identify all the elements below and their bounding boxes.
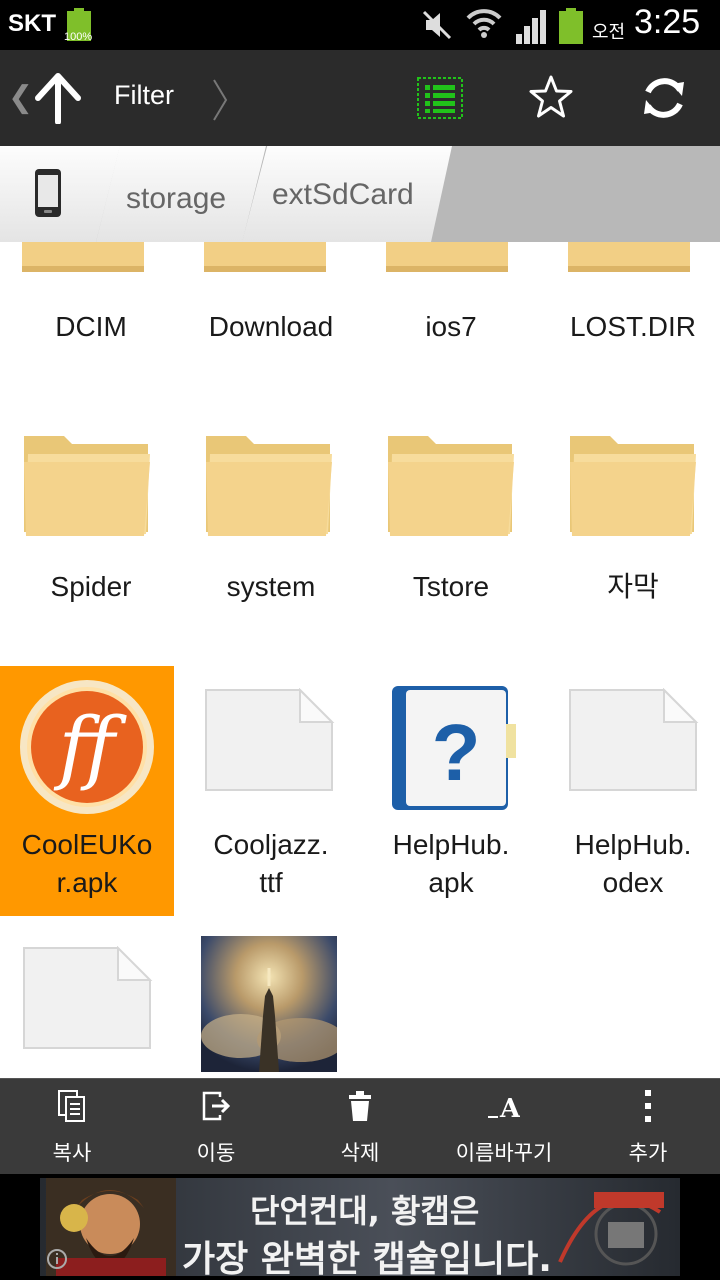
rename-icon: A	[488, 1094, 520, 1123]
folder-icon	[204, 242, 326, 272]
file-item-apk[interactable]: ? HelpHub. apk	[360, 666, 542, 916]
ampm-label: 오전	[592, 22, 626, 43]
filter-button[interactable]: Filter	[114, 80, 174, 111]
file-item-file[interactable]: HelpHub. odex	[542, 666, 720, 916]
info-icon[interactable]	[46, 1248, 68, 1270]
battery-percent: 100%	[64, 31, 93, 43]
signal-icon	[516, 10, 546, 44]
battery-level-icon	[559, 8, 583, 44]
file-name-line1: HelpHub.	[574, 829, 692, 860]
file-item-folder[interactable]: Download	[180, 242, 362, 402]
file-name-line1: Cooljazz.	[213, 829, 329, 860]
trash-icon	[349, 1091, 371, 1121]
copy-icon	[58, 1090, 85, 1122]
carrier-label: SKT	[8, 10, 56, 37]
breadcrumb-extsdcard[interactable]: extSdCard	[242, 146, 452, 242]
ad-creative[interactable]: 단언컨대, 황캡은 가장 완벽한 캡슐입니다.	[40, 1178, 680, 1276]
ad-banner[interactable]: 단언컨대, 황캡은 가장 완벽한 캡슐입니다.	[0, 1174, 720, 1280]
chevron-right-icon	[213, 79, 228, 121]
list-view-icon[interactable]	[416, 76, 464, 120]
file-item-apk-selected[interactable]: ff CoolEUKo r.apk	[0, 666, 174, 916]
file-name: ios7	[425, 311, 477, 342]
file-grid: DCIM Download ios7 LOST.DIR Spider syste…	[0, 242, 720, 1078]
file-item-folder[interactable]: 자막	[542, 422, 720, 632]
move-icon	[202, 1091, 231, 1121]
copy-label: 복사	[52, 1141, 92, 1165]
refresh-icon[interactable]	[638, 72, 690, 124]
ad-subline: 가장 완벽한 캡슐입니다.	[182, 1239, 552, 1276]
breadcrumb-label: extSdCard	[272, 178, 414, 211]
delete-label: 삭제	[340, 1141, 380, 1165]
document-icon	[23, 946, 153, 1049]
up-arrow-icon[interactable]	[34, 72, 82, 124]
move-button[interactable]: 이동	[144, 1079, 288, 1175]
wifi-icon	[466, 9, 502, 38]
file-name-line2: ttf	[259, 867, 283, 898]
ad-headline: 단언컨대, 황캡은	[250, 1192, 480, 1230]
file-name-line1: HelpHub.	[392, 829, 510, 860]
file-item-folder[interactable]: ios7	[360, 242, 542, 402]
breadcrumb-label: storage	[126, 182, 227, 215]
file-name: DCIM	[55, 311, 127, 342]
more-vert-icon	[645, 1090, 651, 1122]
image-thumbnail	[201, 936, 337, 1072]
rename-button[interactable]: A 이름바꾸기	[432, 1079, 576, 1175]
mute-icon	[422, 10, 452, 40]
phone-icon	[35, 169, 61, 217]
folder-icon	[386, 242, 508, 272]
document-icon	[205, 688, 335, 791]
clock: 3:25	[634, 3, 701, 41]
copy-button[interactable]: 복사	[0, 1079, 144, 1175]
file-item-folder[interactable]: Spider	[0, 422, 182, 632]
help-book-icon: ?	[392, 686, 516, 810]
file-name-line1: CoolEUKo	[21, 829, 153, 860]
folder-icon	[24, 436, 150, 536]
file-name-line2: apk	[428, 867, 474, 898]
star-icon[interactable]	[528, 74, 574, 120]
file-item-folder[interactable]: DCIM	[0, 242, 182, 402]
folder-icon	[206, 436, 332, 536]
folder-icon	[570, 436, 696, 536]
breadcrumb: extSdCard storage	[0, 146, 720, 242]
file-name: system	[226, 571, 316, 602]
more-label: 추가	[628, 1141, 668, 1165]
file-name: Tstore	[412, 571, 490, 602]
file-item-folder[interactable]: Tstore	[360, 422, 542, 632]
file-name-line2: odex	[602, 867, 664, 898]
file-name-line2: r.apk	[56, 867, 118, 898]
coolfont-app-icon: ff	[20, 680, 154, 814]
file-name: Download	[208, 311, 334, 342]
folder-icon	[388, 436, 514, 536]
file-item-image[interactable]	[180, 932, 362, 1078]
more-button[interactable]: 추가	[576, 1079, 720, 1175]
status-bar: SKT 100% 오전 3:25	[0, 0, 720, 50]
file-name: 자막	[607, 571, 659, 602]
bottom-action-bar: 복사 이동 삭제 A 이름바꾸기 추가	[0, 1078, 720, 1174]
file-item-file[interactable]	[0, 932, 182, 1078]
svg-text:A: A	[499, 1094, 520, 1123]
file-name: LOST.DIR	[569, 311, 697, 342]
file-item-file[interactable]: Cooljazz. ttf	[180, 666, 362, 916]
document-icon	[569, 688, 699, 791]
file-name: Spider	[50, 571, 132, 602]
svg-text:?: ?	[432, 708, 481, 797]
file-item-folder[interactable]: system	[180, 422, 362, 632]
folder-icon	[568, 242, 690, 272]
file-item-folder[interactable]: LOST.DIR	[542, 242, 720, 402]
breadcrumb-storage[interactable]: storage	[96, 146, 266, 242]
rename-label: 이름바꾸기	[455, 1141, 553, 1165]
ad-logo	[558, 1192, 664, 1266]
delete-button[interactable]: 삭제	[288, 1079, 432, 1175]
move-label: 이동	[196, 1141, 236, 1165]
toolbar: ❮ Filter	[0, 50, 720, 146]
folder-icon	[22, 242, 144, 272]
chevron-left-icon[interactable]: ❮	[8, 80, 33, 115]
